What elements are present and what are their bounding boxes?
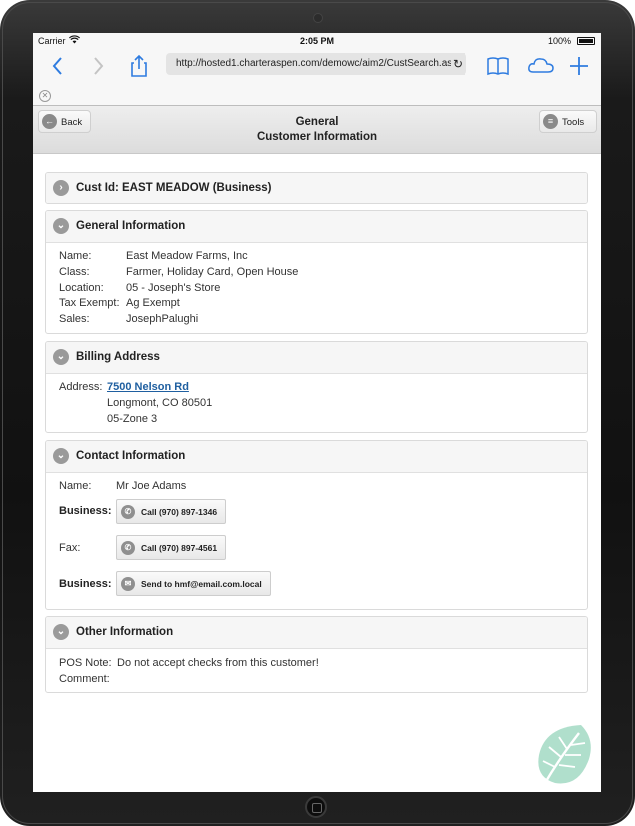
bookmarks-icon[interactable] [486,53,510,79]
tax-exempt-value: Ag Exempt [126,297,180,309]
call-fax-button[interactable]: ✆ Call (970) 897-4561 [116,535,227,560]
pos-note-label: POS Note: [59,657,112,669]
close-tab-icon[interactable]: ✕ [39,90,51,102]
phone-icon: ✆ [121,505,135,519]
battery-percent: 100% [547,36,571,46]
share-icon[interactable] [127,53,151,79]
battery-icon [577,37,595,45]
other-info-panel: ⌄ Other Information POS Note: Do not acc… [45,616,588,693]
home-button[interactable] [305,796,327,818]
name-value: East Meadow Farms, Inc [126,250,248,262]
contact-info-panel: ⌄ Contact Information Name: Mr Joe Adams… [45,440,588,610]
url-bar[interactable]: http://hosted1.charteraspen.com/demowc/a… [166,53,466,75]
send-email-button[interactable]: ✉ Send to hmf@email.com.local [116,571,271,596]
status-bar: Carrier 2:05 PM 100% [33,33,601,49]
call-business-label: Call (970) 897-1346 [141,507,218,517]
pos-note-value: Do not accept checks from this customer! [117,657,319,669]
other-info-title: Other Information [76,626,174,638]
cust-id-panel[interactable]: › Cust Id: EAST MEADOW (Business) [45,172,588,204]
aspen-leaf-logo [533,721,597,789]
reload-icon[interactable]: ↻ [451,53,465,75]
page-title: General Customer Information [33,115,601,145]
tools-button-label: Tools [562,117,585,128]
send-email-label: Send to hmf@email.com.local [141,579,262,589]
home-button-square [312,803,322,813]
location-value: 05 - Joseph's Store [126,282,221,294]
sales-value: JosephPalughi [126,313,199,325]
sales-label: Sales: [59,313,90,325]
page-title-line2: Customer Information [256,131,378,143]
browser-toolbar: http://hosted1.charteraspen.com/demowc/a… [33,49,601,89]
general-info-title: General Information [76,220,186,232]
ipad-frame: Carrier 2:05 PM 100% http://hosted1.char… [0,0,635,826]
new-tab-icon[interactable] [567,53,591,79]
class-label: Class: [59,266,90,278]
cust-id-title: Cust Id: EAST MEADOW (Business) [76,182,272,194]
contact-name-value: Mr Joe Adams [116,480,187,492]
zone-value: 05-Zone 3 [107,413,158,425]
chevron-right-icon: › [53,180,69,196]
status-time: 2:05 PM [299,36,334,46]
billing-address-header[interactable]: ⌄ Billing Address [46,342,587,374]
general-info-header[interactable]: ⌄ General Information [46,211,587,243]
comment-label: Comment: [59,673,110,685]
back-icon[interactable] [46,53,70,79]
cust-id-header[interactable]: › Cust Id: EAST MEADOW (Business) [46,173,587,203]
street-link[interactable]: 7500 Nelson Rd [107,381,189,393]
other-info-header[interactable]: ⌄ Other Information [46,617,587,649]
cloud-tabs-icon[interactable] [527,53,555,79]
business-phone-label: Business: [59,505,112,517]
envelope-icon: ✉ [121,577,135,591]
front-camera [313,13,323,23]
tools-button[interactable]: ≡ Tools [539,110,597,133]
chevron-down-icon: ⌄ [53,218,69,234]
contact-name-label: Name: [59,480,92,492]
billing-address-title: Billing Address [76,351,160,363]
chevron-down-icon: ⌄ [53,624,69,640]
screen: Carrier 2:05 PM 100% http://hosted1.char… [33,33,601,792]
city-state-zip: Longmont, CO 80501 [107,397,213,409]
app-header: ← Back General Customer Information ≡ To… [33,106,601,154]
location-label: Location: [59,282,104,294]
chevron-down-icon: ⌄ [53,349,69,365]
class-value: Farmer, Holiday Card, Open House [126,266,299,278]
phone-icon: ✆ [121,541,135,555]
chevron-down-icon: ⌄ [53,448,69,464]
call-business-button[interactable]: ✆ Call (970) 897-1346 [116,499,227,524]
business-email-label: Business: [59,578,112,590]
contact-info-header[interactable]: ⌄ Contact Information [46,441,587,473]
fax-label: Fax: [59,542,81,554]
call-fax-label: Call (970) 897-4561 [141,543,218,553]
name-label: Name: [59,250,92,262]
menu-lines-icon: ≡ [543,114,558,129]
tab-row: ✕ [33,89,601,106]
general-info-panel: ⌄ General Information Name: East Meadow … [45,210,588,334]
tax-exempt-label: Tax Exempt: [59,297,120,309]
address-label: Address: [59,381,103,393]
billing-address-panel: ⌄ Billing Address Address: 7500 Nelson R… [45,341,588,433]
forward-icon[interactable] [86,53,110,79]
contact-info-title: Contact Information [76,450,186,462]
page-title-line1: General [295,116,339,128]
